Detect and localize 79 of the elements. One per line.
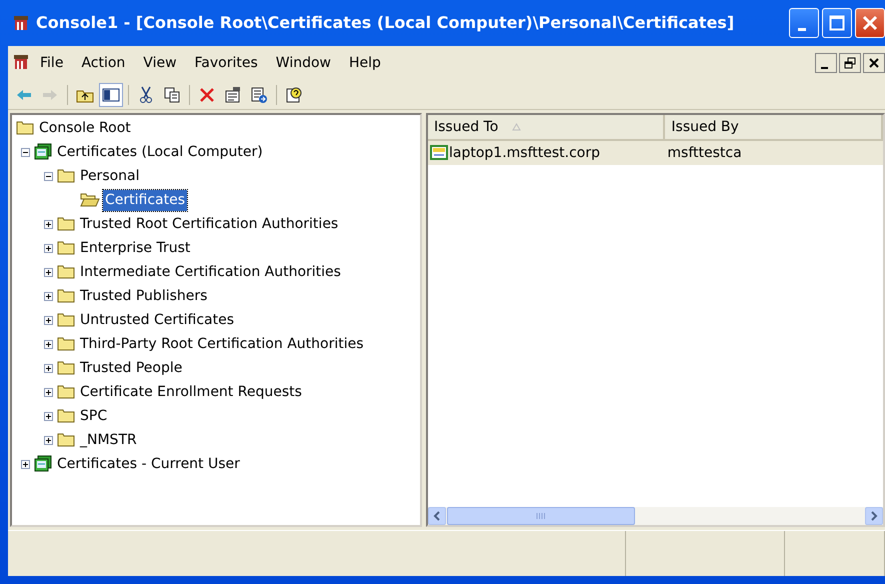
table-cell-text: msfttestca: [667, 144, 742, 162]
close-icon: [862, 15, 878, 31]
folder-icon: [57, 359, 75, 377]
expand-icon[interactable]: [44, 436, 52, 444]
folder-icon: [57, 407, 75, 425]
folder-icon: [57, 383, 75, 401]
certificate-icon: [430, 145, 448, 161]
maximize-icon: [829, 15, 845, 31]
column-header[interactable]: Issued To: [428, 115, 666, 141]
folder-icon: [57, 167, 75, 185]
folder-icon: [57, 431, 75, 449]
toolbar-button[interactable]: [99, 82, 123, 106]
menu-item[interactable]: View: [135, 50, 185, 76]
collapse-icon[interactable]: [44, 172, 52, 180]
expand-icon[interactable]: [20, 460, 30, 468]
menu-item[interactable]: Favorites: [186, 50, 266, 76]
tree-pane-icon: [102, 86, 120, 104]
export-list-icon: [250, 86, 268, 104]
folder-icon: [16, 119, 34, 137]
folder-icon: [57, 287, 75, 305]
folder-icon: [57, 263, 75, 281]
maximize-button[interactable]: [822, 8, 852, 38]
folder-icon: [57, 239, 75, 257]
restore-icon: [844, 57, 856, 69]
tree-item[interactable]: SPC: [78, 406, 110, 426]
tree-item[interactable]: Trusted Root Certification Authorities: [78, 214, 340, 234]
tree-item[interactable]: Intermediate Certification Authorities: [78, 262, 343, 282]
tree-item[interactable]: Trusted People: [78, 358, 184, 378]
tree-item[interactable]: _NMSTR: [78, 430, 139, 450]
minimize-icon: [798, 28, 806, 30]
expand-icon[interactable]: [44, 292, 52, 300]
expand-icon[interactable]: [44, 268, 52, 276]
tree-item[interactable]: Personal: [78, 166, 142, 186]
expand-icon[interactable]: [44, 364, 52, 372]
tree-item[interactable]: Certificates (Local Computer): [55, 142, 265, 162]
minimize-button[interactable]: [815, 53, 837, 73]
window-title: Console1 - [Console Root\Certificates (Local Computer)\Personal\Certificates]: [36, 12, 734, 34]
column-header[interactable]: Issued By: [665, 115, 883, 141]
collapse-icon[interactable]: [20, 148, 30, 156]
tree-item[interactable]: Trusted Publishers: [78, 286, 210, 306]
delete-icon: [198, 86, 216, 104]
menu-item[interactable]: Help: [340, 50, 389, 76]
list-row[interactable]: laptop1.msfttest.corp msfttestca: [428, 141, 883, 165]
scrollbar-thumb[interactable]: [447, 507, 635, 525]
table-cell-text: laptop1.msfttest.corp: [449, 144, 600, 162]
minimize-icon: [821, 67, 828, 69]
tree-item[interactable]: Third-Party Root Certification Authorities: [78, 334, 366, 354]
menu-item[interactable]: Window: [268, 50, 339, 76]
menu-item[interactable]: Action: [73, 50, 134, 76]
copy-icon: [163, 86, 181, 104]
tree-item[interactable]: Certificates: [103, 190, 188, 210]
folder-icon: [57, 335, 75, 353]
help-icon: [285, 86, 303, 104]
expand-icon[interactable]: [44, 220, 52, 228]
expand-icon[interactable]: [44, 244, 52, 252]
folder-icon: [57, 215, 75, 233]
restore-button[interactable]: [839, 53, 861, 73]
expand-icon[interactable]: [44, 340, 52, 348]
tree-item[interactable]: Certificate Enrollment Requests: [78, 382, 304, 402]
close-icon: [868, 57, 880, 69]
app-icon: [12, 14, 30, 32]
expand-icon[interactable]: [44, 412, 52, 420]
expand-icon[interactable]: [44, 388, 52, 396]
scissors-icon: [137, 86, 155, 104]
menu-item[interactable]: File: [32, 50, 72, 76]
folder-icon: [57, 311, 75, 329]
tree-item[interactable]: Console Root: [37, 118, 133, 138]
tree-item[interactable]: Enterprise Trust: [78, 238, 192, 258]
tree-item[interactable]: Certificates - Current User: [55, 454, 242, 474]
scroll-right-button[interactable]: [865, 507, 883, 525]
grip-icon: [536, 512, 546, 520]
open-folder-icon: [80, 191, 100, 209]
tree-item[interactable]: Untrusted Certificates: [78, 310, 236, 330]
close-button[interactable]: [863, 53, 885, 73]
properties-icon: [224, 86, 242, 104]
expand-icon[interactable]: [44, 316, 52, 324]
certificate-store-icon: [34, 455, 52, 473]
scroll-left-button[interactable]: [428, 507, 446, 525]
certificate-store-icon: [34, 143, 52, 161]
